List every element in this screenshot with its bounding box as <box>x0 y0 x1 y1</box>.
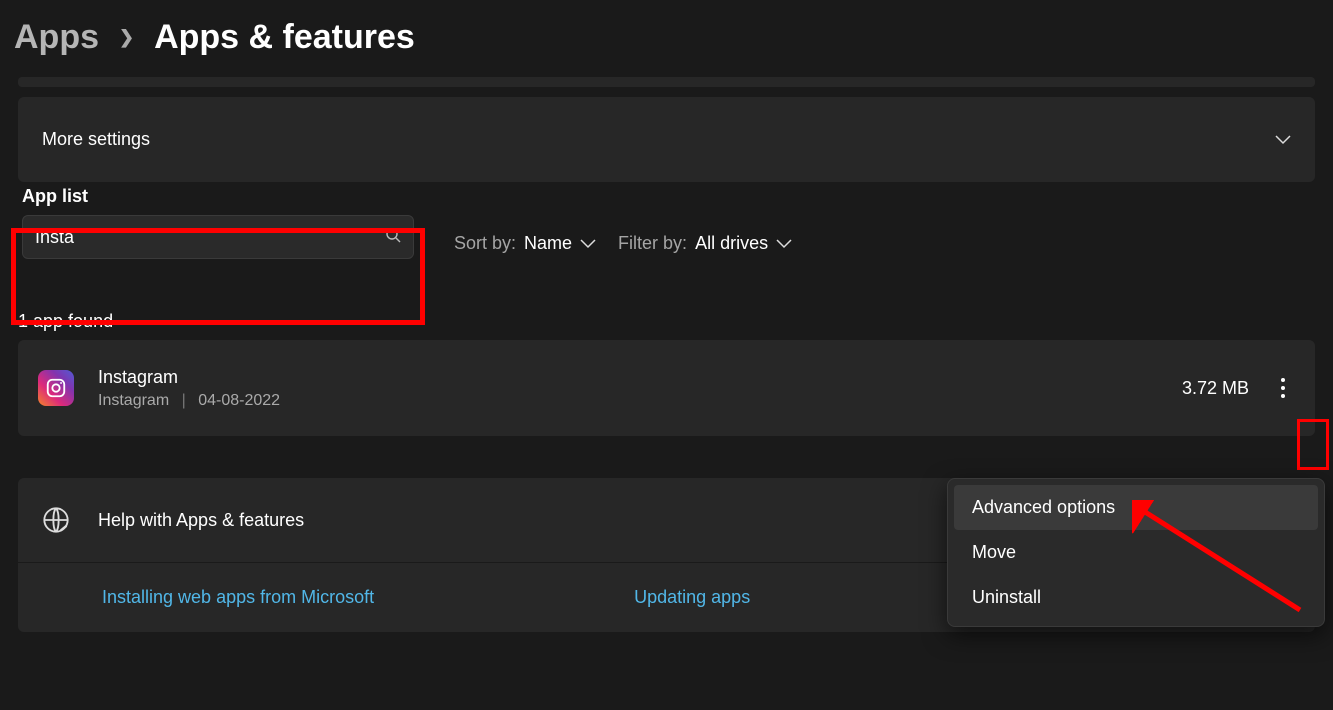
divider-bar <box>18 77 1315 87</box>
globe-icon <box>42 506 70 534</box>
help-title: Help with Apps & features <box>98 510 304 531</box>
menu-item-advanced-options[interactable]: Advanced options <box>954 485 1318 530</box>
sort-by-dropdown[interactable]: Sort by: Name <box>454 233 596 254</box>
apps-found-label: 1 app found <box>18 311 1315 332</box>
more-settings-expander[interactable]: More settings <box>18 97 1315 182</box>
search-icon <box>385 227 401 248</box>
separator: | <box>182 392 186 409</box>
menu-item-uninstall[interactable]: Uninstall <box>954 575 1318 620</box>
app-row-instagram[interactable]: Instagram Instagram | 04-08-2022 3.72 MB <box>18 340 1315 436</box>
menu-item-move[interactable]: Move <box>954 530 1318 575</box>
help-link-update[interactable]: Updating apps <box>634 587 750 608</box>
filter-value: All drives <box>695 233 768 254</box>
app-meta: Instagram Instagram | 04-08-2022 <box>98 367 1182 410</box>
context-menu: Advanced options Move Uninstall <box>947 478 1325 627</box>
app-date: 04-08-2022 <box>198 392 280 409</box>
instagram-icon <box>38 370 74 406</box>
chevron-down-icon <box>1275 129 1291 150</box>
breadcrumb-parent[interactable]: Apps <box>14 18 99 57</box>
page-title: Apps & features <box>154 18 415 57</box>
filter-by-dropdown[interactable]: Filter by: All drives <box>618 233 792 254</box>
app-list-label: App list <box>18 182 432 215</box>
app-size: 3.72 MB <box>1182 378 1249 399</box>
app-subtext: Instagram | 04-08-2022 <box>98 392 1182 410</box>
chevron-down-icon <box>776 233 792 254</box>
help-link-install[interactable]: Installing web apps from Microsoft <box>102 587 374 608</box>
filter-prefix: Filter by: <box>618 233 687 254</box>
sort-value: Name <box>524 233 572 254</box>
app-name: Instagram <box>98 367 1182 388</box>
chevron-down-icon <box>580 233 596 254</box>
search-field[interactable] <box>35 227 385 248</box>
search-input[interactable] <box>22 215 414 259</box>
chevron-right-icon: ❯ <box>119 27 134 48</box>
sort-prefix: Sort by: <box>454 233 516 254</box>
breadcrumb: Apps ❯ Apps & features <box>0 0 1333 67</box>
more-options-button[interactable] <box>1271 366 1295 410</box>
app-publisher: Instagram <box>98 392 169 409</box>
more-settings-label: More settings <box>42 129 150 150</box>
